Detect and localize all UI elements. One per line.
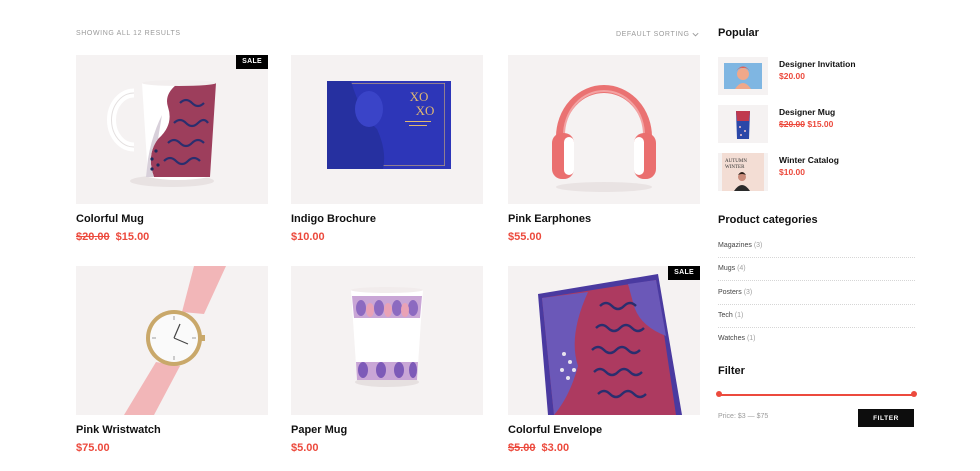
popular-thumb[interactable]: AUTUMN WINTER: [718, 153, 768, 191]
product-price: $5.00 $3.00: [508, 442, 569, 454]
category-label[interactable]: Tech (1): [718, 312, 743, 319]
product-card[interactable]: SALE Colorful Envelope $5.00 $3.00: [508, 266, 700, 454]
popular-price: $10.00: [779, 167, 805, 177]
popular-item[interactable]: Designer Mug $20.00 $15.00: [718, 105, 918, 145]
product-card[interactable]: Pink Wristwatch $75.00: [76, 266, 268, 454]
price-slider-max-handle[interactable]: [911, 391, 917, 397]
product-image[interactable]: [291, 266, 483, 415]
old-price: $5.00: [508, 442, 536, 454]
popular-name[interactable]: Designer Invitation: [779, 59, 856, 69]
svg-text:XO: XO: [416, 103, 435, 118]
product-name[interactable]: Pink Wristwatch: [76, 424, 161, 436]
product-price: $10.00: [291, 231, 325, 243]
category-item[interactable]: Tech (1): [718, 305, 915, 328]
category-count: (1): [746, 335, 756, 342]
mug-image: [107, 80, 216, 187]
product-card[interactable]: XO XO Indigo Brochure $10.00: [291, 55, 483, 243]
price-slider-track[interactable]: [718, 394, 915, 396]
sort-label: DEFAULT SORTING: [616, 30, 690, 38]
old-price: $20.00: [779, 119, 805, 129]
product-card[interactable]: SALE Colorful Mug $20.00 $15.00: [76, 55, 268, 243]
popular-price: $20.00 $15.00: [779, 119, 833, 129]
result-count: SHOWING ALL 12 RESULTS: [76, 30, 181, 37]
product-name[interactable]: Indigo Brochure: [291, 213, 376, 225]
popular-item[interactable]: AUTUMN WINTER Winter Catalog $10.00: [718, 153, 918, 193]
sale-badge: SALE: [236, 55, 268, 69]
categories-title: Product categories: [718, 214, 818, 226]
category-label[interactable]: Posters (3): [718, 289, 752, 296]
popular-name[interactable]: Designer Mug: [779, 107, 835, 117]
product-name[interactable]: Pink Earphones: [508, 213, 591, 225]
popular-title: Popular: [718, 27, 759, 39]
product-name[interactable]: Colorful Mug: [76, 213, 144, 225]
designer-mug-image: [736, 111, 750, 139]
category-count: (3): [743, 289, 753, 296]
sale-price: $3.00: [541, 442, 570, 454]
product-card[interactable]: Paper Mug $5.00: [291, 266, 483, 454]
category-label[interactable]: Magazines (3): [718, 242, 762, 249]
product-card[interactable]: Pink Earphones $55.00: [508, 55, 700, 243]
old-price: $20.00: [76, 231, 110, 243]
product-image[interactable]: [76, 266, 268, 415]
popular-thumb[interactable]: [718, 57, 768, 95]
chevron-down-icon: [692, 32, 699, 36]
sort-select[interactable]: DEFAULT SORTING: [616, 28, 700, 40]
brochure-cover-text: XO: [410, 89, 429, 104]
sale-price: $15.00: [115, 231, 150, 243]
category-item[interactable]: Mugs (4): [718, 258, 915, 281]
catalog-cover-text: AUTUMN: [725, 159, 747, 164]
svg-text:WINTER: WINTER: [725, 165, 745, 170]
sale-price: $15.00: [807, 119, 834, 129]
product-image[interactable]: SALE: [508, 266, 700, 415]
price-slider-min-handle[interactable]: [716, 391, 722, 397]
category-item[interactable]: Posters (3): [718, 282, 915, 305]
popular-price: $20.00: [779, 71, 805, 81]
earphones-image: [552, 85, 656, 192]
product-image[interactable]: [508, 55, 700, 204]
product-price: $20.00 $15.00: [76, 231, 149, 243]
filter-button[interactable]: FILTER: [858, 409, 914, 427]
popular-item[interactable]: Designer Invitation $20.00: [718, 57, 918, 97]
popular-name[interactable]: Winter Catalog: [779, 155, 839, 165]
category-item[interactable]: Magazines (3): [718, 235, 915, 258]
category-label[interactable]: Watches (1): [718, 335, 756, 342]
sale-badge: SALE: [668, 266, 700, 280]
product-name[interactable]: Colorful Envelope: [508, 424, 602, 436]
product-price: $75.00: [76, 442, 110, 454]
winter-catalog-image: AUTUMN WINTER: [722, 153, 764, 191]
paper-mug-image: [351, 287, 423, 387]
product-name[interactable]: Paper Mug: [291, 424, 347, 436]
wristwatch-image: [124, 266, 226, 415]
category-label[interactable]: Mugs (4): [718, 265, 746, 272]
invitation-image: [724, 63, 762, 89]
price-range-label: Price: $3 — $75: [718, 413, 769, 420]
category-count: (3): [753, 242, 763, 249]
product-image[interactable]: SALE: [76, 55, 268, 204]
product-image[interactable]: XO XO: [291, 55, 483, 204]
category-item[interactable]: Watches (1): [718, 328, 915, 351]
filter-title: Filter: [718, 365, 745, 377]
product-price: $5.00: [291, 442, 319, 454]
category-count: (4): [737, 265, 746, 272]
popular-thumb[interactable]: [718, 105, 768, 143]
product-price: $55.00: [508, 231, 542, 243]
envelope-image: [538, 274, 682, 415]
category-count: (1): [734, 312, 744, 319]
brochure-image: XO XO: [327, 81, 451, 169]
